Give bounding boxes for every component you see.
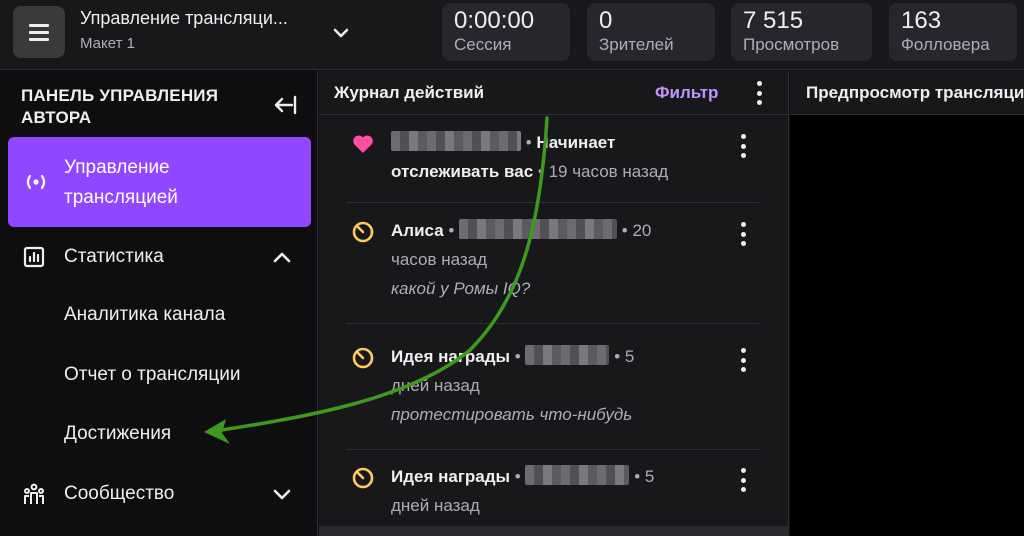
feed-item-reward: Алиса • • 20 часов назад какой у Ромы IQ… bbox=[346, 216, 759, 324]
item-options-icon[interactable] bbox=[740, 222, 746, 246]
feed-time: дней назад bbox=[391, 496, 480, 515]
sidebar-item-channel-analytics[interactable]: Аналитика канала bbox=[64, 304, 225, 326]
stat-followers-label: Фолловера bbox=[901, 35, 990, 54]
horizontal-scrollbar[interactable] bbox=[319, 526, 789, 536]
stats-icon bbox=[23, 246, 45, 268]
stat-session-label: Сессия bbox=[454, 35, 512, 54]
layout-name: Макет 1 bbox=[80, 35, 135, 52]
layout-selector[interactable]: Управление трансляци... Макет 1 bbox=[80, 8, 320, 52]
feed-item-text: • Начинает отслеживать вас • 19 часов на… bbox=[391, 131, 669, 181]
feed-item-text: Алиса • • 20 часов назад какой у Ромы IQ… bbox=[391, 216, 711, 303]
menu-line bbox=[29, 37, 49, 41]
blurred-username bbox=[525, 345, 610, 365]
stat-followers-value: 163 bbox=[901, 7, 942, 34]
activity-feed-header: Журнал действий Фильтр bbox=[319, 71, 789, 115]
more-options-icon[interactable] bbox=[756, 81, 762, 105]
stream-preview-title: Предпросмотр трансляции bbox=[806, 83, 1024, 102]
stat-session-value: 0:00:00 bbox=[454, 7, 535, 34]
sidebar-item-achievements[interactable]: Достижения bbox=[64, 423, 171, 445]
blurred-username bbox=[525, 465, 630, 485]
broadcast-icon bbox=[26, 174, 46, 190]
feed-time: часов назад bbox=[391, 250, 488, 269]
feed-action: Начинает bbox=[536, 133, 616, 152]
item-options-icon[interactable] bbox=[740, 348, 746, 372]
blurred-username bbox=[459, 219, 618, 239]
stat-views-value: 7 515 bbox=[743, 7, 804, 34]
sidebar-item-stats[interactable]: Статистика bbox=[0, 234, 318, 280]
feed-time: 5 bbox=[644, 467, 655, 486]
stream-preview-header: Предпросмотр трансляции bbox=[790, 71, 1024, 115]
sidebar-item-stream-manager[interactable]: Управление трансляцией bbox=[8, 137, 311, 227]
activity-feed-title: Журнал действий bbox=[334, 83, 485, 102]
chevron-down-icon[interactable] bbox=[330, 22, 352, 44]
feed-item-reward: Идея награды • • 5 дней назад bbox=[346, 462, 759, 526]
chevron-up-icon[interactable] bbox=[270, 246, 294, 268]
feed-message: какой у Ромы IQ? bbox=[391, 279, 531, 298]
sidebar-item-label: Статистика bbox=[64, 246, 164, 267]
stream-preview-panel: Предпросмотр трансляции bbox=[790, 71, 1024, 536]
page-title: Управление трансляци... bbox=[80, 8, 288, 28]
activity-feed-panel: Журнал действий Фильтр • Начинает отслеж… bbox=[319, 71, 789, 536]
heart-icon bbox=[353, 135, 373, 153]
stat-viewers-value: 0 bbox=[599, 7, 613, 34]
feed-time: 19 часов назад bbox=[548, 162, 669, 181]
reward-icon bbox=[352, 221, 374, 243]
activity-feed-list[interactable]: • Начинает отслеживать вас • 19 часов на… bbox=[319, 116, 789, 526]
item-options-icon[interactable] bbox=[740, 134, 746, 158]
feed-user: Идея награды bbox=[391, 347, 511, 366]
sidebar: ПАНЕЛЬ УПРАВЛЕНИЯ АВТОРА Управление тран… bbox=[0, 71, 318, 536]
feed-time: 5 bbox=[624, 347, 635, 366]
collapse-sidebar-icon[interactable] bbox=[272, 94, 298, 116]
feed-user: Идея награды bbox=[391, 467, 511, 486]
top-bar: Управление трансляци... Макет 1 0:00:00 … bbox=[0, 0, 1024, 70]
menu-line bbox=[29, 30, 49, 34]
reward-icon bbox=[352, 467, 374, 489]
stat-viewers: 0 Зрителей bbox=[587, 3, 715, 61]
feed-action: отслеживать вас bbox=[391, 162, 534, 181]
chevron-down-icon[interactable] bbox=[270, 483, 294, 505]
feed-item-text: Идея награды • • 5 дней назад протестиро… bbox=[391, 342, 711, 429]
stat-views-label: Просмотров bbox=[743, 35, 840, 54]
feed-item-text: Идея награды • • 5 дней назад bbox=[391, 465, 655, 515]
menu-line bbox=[29, 23, 49, 27]
sidebar-heading: ПАНЕЛЬ УПРАВЛЕНИЯ АВТОРА bbox=[21, 86, 219, 127]
reward-icon bbox=[352, 347, 374, 369]
feed-item-reward: Идея награды • • 5 дней назад протестиро… bbox=[346, 342, 759, 450]
item-options-icon[interactable] bbox=[740, 468, 746, 492]
blurred-username bbox=[391, 131, 521, 151]
feed-time: 20 bbox=[632, 221, 652, 240]
hamburger-icon[interactable] bbox=[13, 6, 65, 58]
sidebar-item-label: Управление трансляцией bbox=[64, 157, 178, 208]
community-icon bbox=[24, 483, 44, 504]
feed-message: протестировать что-нибудь bbox=[391, 405, 633, 424]
feed-time: дней назад bbox=[391, 376, 480, 395]
stat-views: 7 515 Просмотров bbox=[731, 3, 872, 61]
feed-item-follow: • Начинает отслеживать вас • 19 часов на… bbox=[346, 128, 759, 203]
filter-button[interactable]: Фильтр bbox=[655, 83, 718, 103]
stat-session: 0:00:00 Сессия bbox=[442, 3, 570, 61]
sidebar-item-label: Сообщество bbox=[64, 483, 175, 504]
sidebar-item-stream-summary[interactable]: Отчет о трансляции bbox=[64, 364, 240, 386]
stat-viewers-label: Зрителей bbox=[599, 35, 674, 54]
feed-user: Алиса bbox=[391, 221, 444, 240]
sidebar-item-community[interactable]: Сообщество bbox=[0, 471, 318, 517]
stat-followers: 163 Фолловера bbox=[889, 3, 1017, 61]
